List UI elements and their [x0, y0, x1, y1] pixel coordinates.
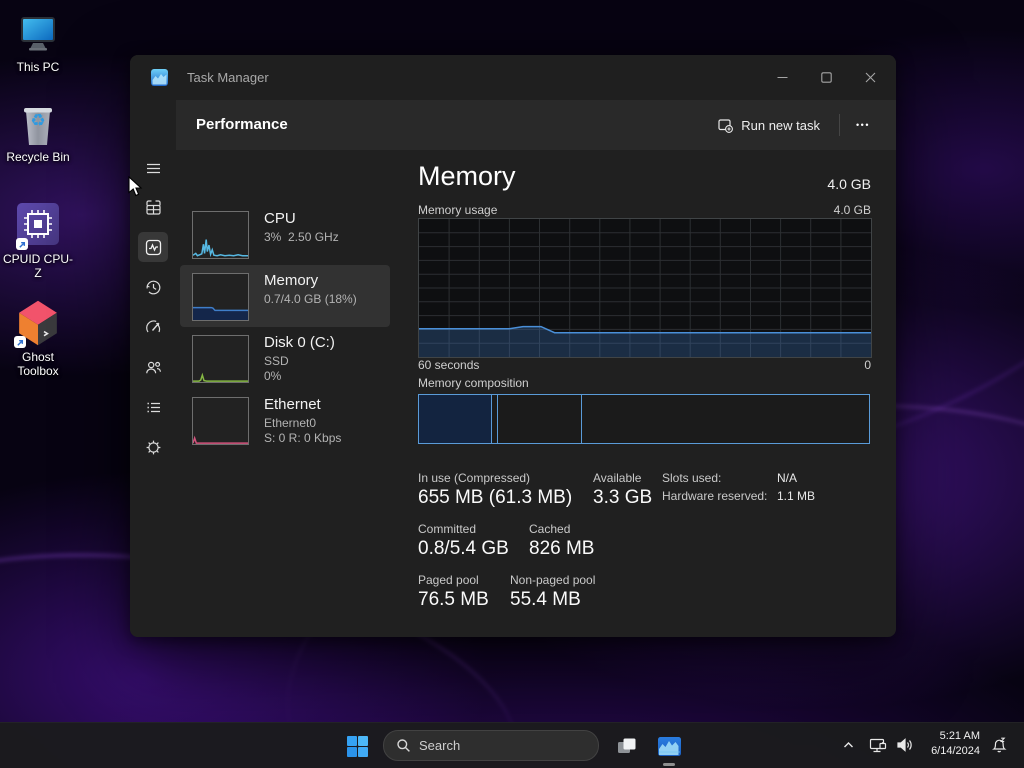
composition-segment-in-use: [419, 395, 492, 443]
ghost-toolbox-icon: [0, 298, 76, 348]
page-title: Performance: [196, 116, 288, 133]
x-axis-left-label: 60 seconds: [418, 358, 479, 372]
stat-label: In use (Compressed): [418, 471, 530, 485]
taskbar-task-manager-button[interactable]: [653, 731, 685, 761]
list-item-disk[interactable]: Disk 0 (C:) SSD0%: [180, 327, 390, 389]
x-axis-right-label: 0: [864, 358, 871, 372]
minimize-button[interactable]: [760, 55, 804, 100]
windows-logo-icon: [346, 735, 369, 758]
search-placeholder: Search: [419, 738, 460, 753]
stat-label: Cached: [529, 522, 570, 536]
performance-list: CPU 3% 2.50 GHz Memory 0.7/4.0 GB (18%) …: [180, 203, 390, 451]
desktop-icon-label: CPUID CPU-Z: [0, 252, 76, 280]
info-value: 1.1 MB: [777, 489, 815, 503]
nav-services-button[interactable]: [138, 432, 168, 462]
stat-value: 55.4 MB: [510, 589, 581, 611]
page-header: Performance Run new task •••: [176, 100, 896, 150]
memory-mini-graph: [192, 273, 249, 321]
task-manager-taskbar-icon: [657, 734, 682, 759]
notification-bell-icon[interactable]: [986, 734, 1012, 756]
info-label: Slots used:: [662, 471, 721, 485]
task-view-icon: [616, 736, 637, 756]
maximize-button[interactable]: [804, 55, 848, 100]
nav-users-button[interactable]: [138, 352, 168, 382]
list-item-cpu[interactable]: CPU 3% 2.50 GHz: [180, 203, 390, 265]
usage-graph-max: 4.0 GB: [834, 203, 871, 217]
nav-startup-apps-button[interactable]: [138, 312, 168, 342]
taskbar: Search: [0, 722, 1024, 768]
cpuz-icon: [0, 198, 76, 250]
search-icon: [396, 738, 411, 753]
memory-usage-chart: [418, 218, 872, 358]
desktop-icon-label: Recycle Bin: [0, 150, 76, 164]
running-app-indicator: [663, 763, 675, 766]
list-item-memory[interactable]: Memory 0.7/4.0 GB (18%): [180, 265, 390, 327]
search-box[interactable]: Search: [383, 730, 599, 761]
info-value: N/A: [777, 471, 797, 485]
clock-time: 5:21 AM: [905, 729, 980, 744]
list-item-title: Memory: [264, 272, 318, 289]
desktop-icon-this-pc[interactable]: This PC: [0, 12, 76, 74]
task-manager-window: Task Manager: [130, 55, 896, 637]
recycle-arrows-glyph: ♻: [0, 112, 76, 129]
list-item-title: Ethernet: [264, 396, 321, 413]
desktop-icon-label: This PC: [0, 60, 76, 74]
tray-chevron-up-icon[interactable]: [838, 736, 858, 754]
stat-label: Paged pool: [418, 573, 479, 587]
memory-capacity: 4.0 GB: [827, 176, 871, 192]
list-item-subtitle: 0.7/4.0 GB (18%): [264, 292, 357, 307]
list-item-ethernet[interactable]: Ethernet Ethernet0S: 0 R: 0 Kbps: [180, 389, 390, 451]
task-view-button[interactable]: [611, 732, 641, 760]
stat-value: 826 MB: [529, 538, 594, 560]
composition-segment-free: [582, 395, 869, 443]
disk-mini-graph: [192, 335, 249, 383]
usage-graph-label: Memory usage: [418, 203, 497, 217]
clock-date: 6/14/2024: [905, 744, 980, 759]
desktop-icon-cpuz[interactable]: CPUID CPU-Z: [0, 198, 76, 280]
more-options-button[interactable]: •••: [846, 109, 880, 141]
info-label: Hardware reserved:: [662, 489, 767, 503]
this-pc-icon: [0, 12, 76, 58]
cpu-mini-graph: [192, 211, 249, 259]
nav-details-button[interactable]: [138, 392, 168, 422]
desktop: This PC ♻ Recycle Bin: [0, 0, 1024, 768]
ethernet-mini-graph: [192, 397, 249, 445]
stat-value: 3.3 GB: [593, 487, 652, 509]
taskbar-clock[interactable]: 5:21 AM 6/14/2024: [905, 729, 980, 759]
mouse-cursor: [128, 176, 145, 198]
stat-value: 0.8/5.4 GB: [418, 538, 509, 560]
nav-app-history-button[interactable]: [138, 272, 168, 302]
stat-value: 76.5 MB: [418, 589, 489, 611]
list-item-title: Disk 0 (C:): [264, 334, 335, 351]
task-manager-logo-icon: [151, 69, 168, 86]
list-item-subtitle: Ethernet0S: 0 R: 0 Kbps: [264, 416, 341, 446]
titlebar[interactable]: Task Manager: [130, 55, 896, 100]
tray-network-icon[interactable]: [866, 734, 890, 756]
close-button[interactable]: [848, 55, 892, 100]
detail-title: Memory: [418, 161, 516, 192]
stat-value: 655 MB (61.3 MB): [418, 487, 572, 509]
desktop-icon-recycle-bin[interactable]: ♻ Recycle Bin: [0, 102, 76, 164]
start-button[interactable]: [343, 732, 371, 760]
composition-label: Memory composition: [418, 376, 529, 390]
list-item-title: CPU: [264, 210, 296, 227]
shortcut-arrow-icon: [16, 238, 28, 250]
window-title: Task Manager: [187, 70, 269, 85]
list-item-subtitle: 3% 2.50 GHz: [264, 230, 339, 245]
run-new-task-label: Run new task: [741, 118, 820, 133]
run-new-task-button[interactable]: Run new task: [708, 109, 830, 141]
nav-performance-button[interactable]: [138, 232, 168, 262]
stat-label: Non-paged pool: [510, 573, 595, 587]
desktop-icon-label: Ghost Toolbox: [0, 350, 76, 378]
list-item-subtitle: SSD0%: [264, 354, 289, 384]
desktop-icon-ghost-toolbox[interactable]: Ghost Toolbox: [0, 298, 76, 378]
memory-composition-bar: [418, 394, 870, 444]
shortcut-arrow-icon: [14, 336, 26, 348]
stat-label: Committed: [418, 522, 476, 536]
header-divider: [839, 114, 840, 136]
stat-label: Available: [593, 471, 641, 485]
new-task-icon: [718, 118, 733, 133]
composition-segment-standby: [498, 395, 582, 443]
recycle-bin-icon: ♻: [0, 102, 76, 148]
